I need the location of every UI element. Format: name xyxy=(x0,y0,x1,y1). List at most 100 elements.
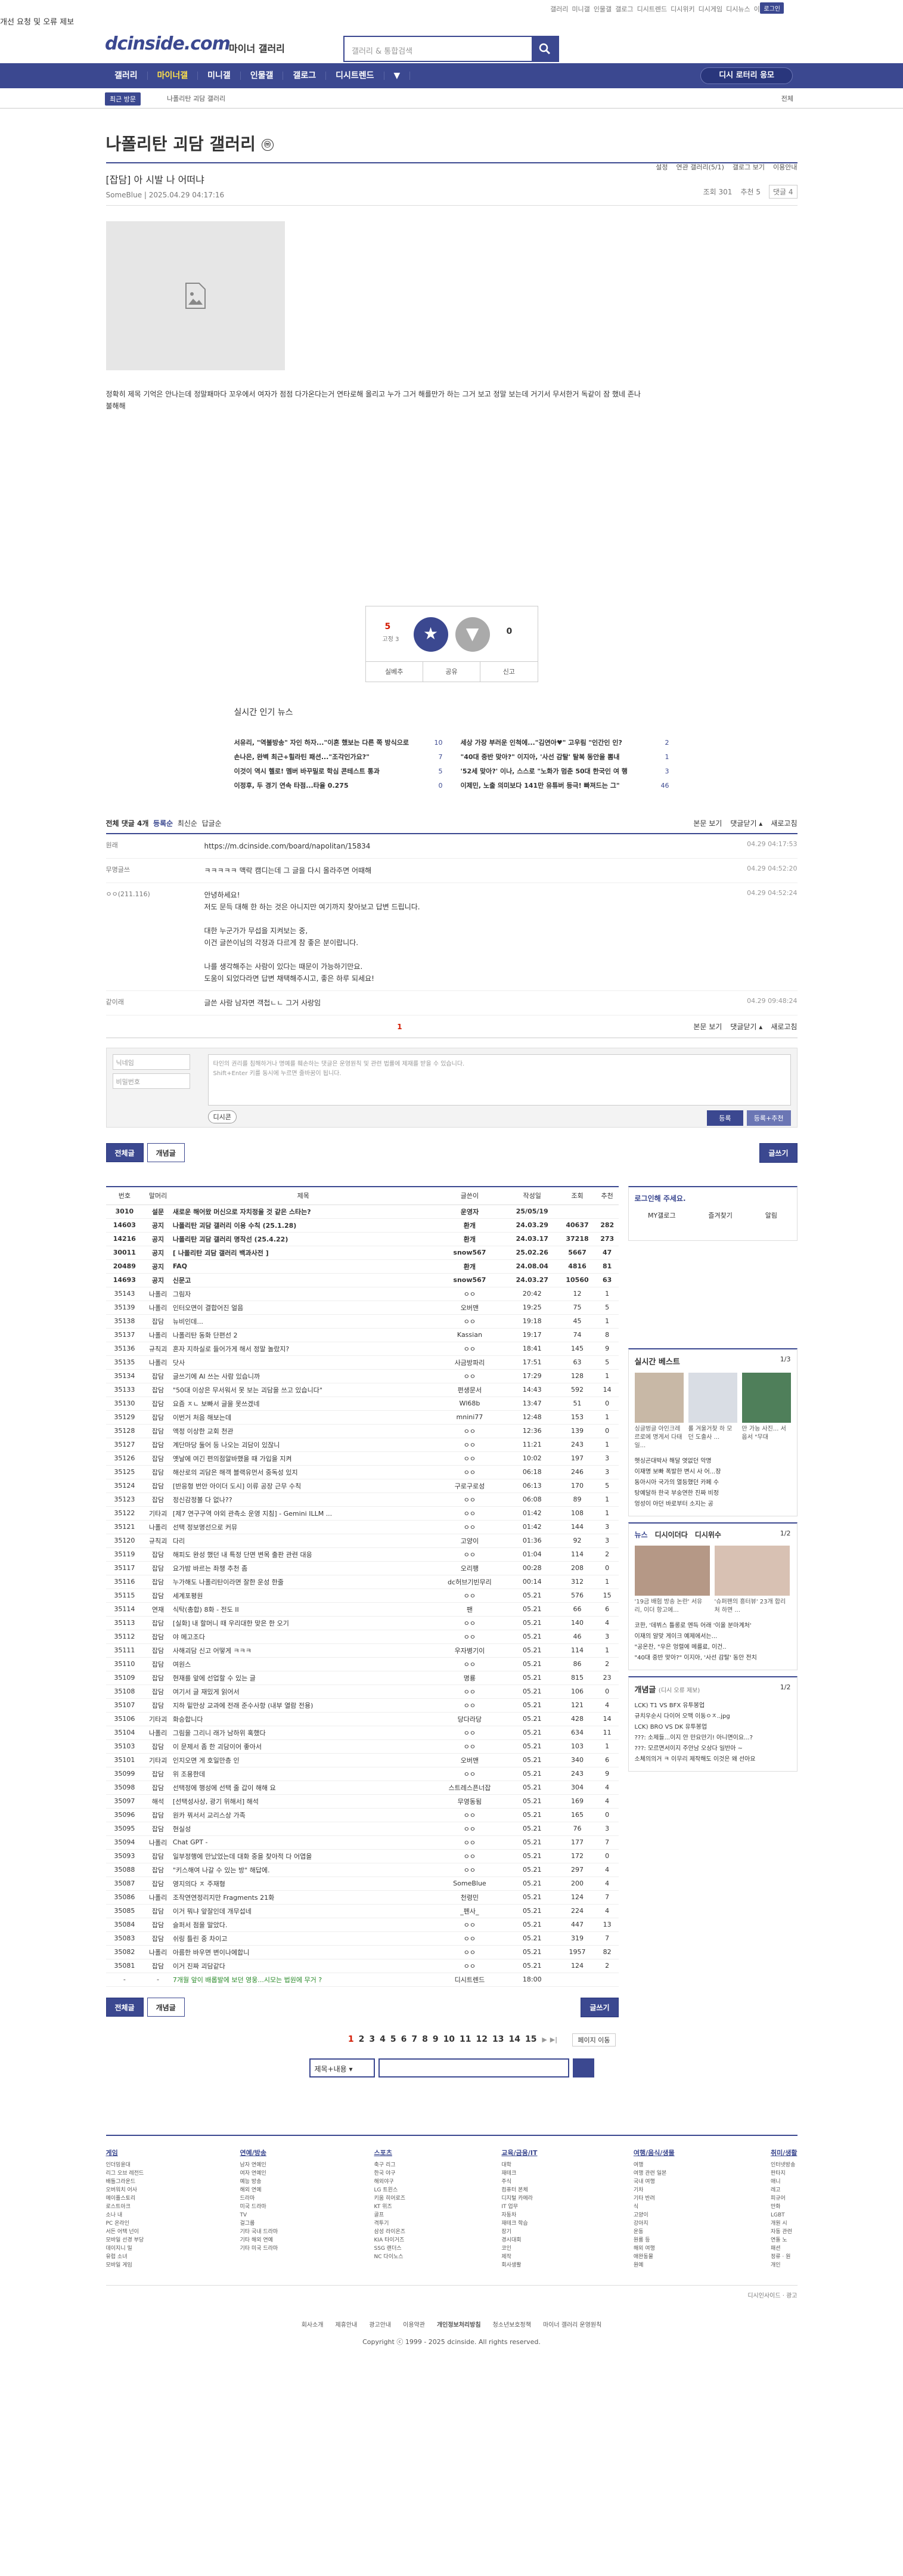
footer-link[interactable]: 소나 내 xyxy=(106,2211,144,2219)
nav-more-icon[interactable]: ▼ xyxy=(384,72,411,80)
comment-author[interactable]: 같이래 xyxy=(106,997,204,1009)
table-cell[interactable]: 이 문제서 좀 한 괴담이어 좋아서 xyxy=(172,1739,434,1754)
comment-author[interactable]: ㅇㅇ(211.116) xyxy=(106,889,204,984)
footer-link[interactable]: 국내 여행 xyxy=(634,2178,675,2186)
table-row[interactable]: 30011 공지[ 나폴리탄 괴담 갤러리 백과사전 ] snow567 25.02.… xyxy=(105,1246,619,1260)
table-cell[interactable]: ㅇㅇ xyxy=(433,1438,506,1452)
table-cell[interactable]: 디시트렌드 xyxy=(433,1973,506,1987)
table-cell[interactable]: 조작연연정리지만 Fragments 21화 xyxy=(172,1890,434,1905)
news-cap-2[interactable]: '슈퍼팬의 흥터뷰' 23개 합리 처 하면 ... xyxy=(715,1598,790,1615)
sort-replies[interactable]: 답글순 xyxy=(202,819,222,828)
footer-link[interactable]: LG 트윈스 xyxy=(374,2186,406,2194)
hot-news-item[interactable]: 이것이 역시 헬로! 멤버 바꾸밀로 학심 콘테스트 통과 5 xyxy=(234,764,443,779)
footer-link[interactable]: SSG 랜더스 xyxy=(374,2244,406,2253)
table-row[interactable]: 35082 나폴리 아름한 바우면 변이나에합니 ㅇㅇ 05.21 1957 82 xyxy=(105,1945,619,1959)
footer-bottom-link[interactable]: 광고안내 xyxy=(369,2320,391,2329)
table-row[interactable]: 35121 나폴리 선택 정보명선으로 커뮤 ㅇㅇ 01:42 144 3 xyxy=(105,1520,619,1534)
footer-col-title[interactable]: 여행/음식/생물 xyxy=(634,2148,675,2157)
footer-col-title[interactable]: 연예/방송 xyxy=(240,2148,278,2157)
footer-link[interactable]: 개인 xyxy=(771,2261,798,2270)
footer-link[interactable]: 대학 xyxy=(501,2161,537,2169)
footer-link[interactable]: 디지털 카메라 xyxy=(501,2194,537,2203)
table-cell[interactable]: ㅇㅇ xyxy=(433,1287,506,1301)
concept-sub[interactable]: (디시 오류 제보) xyxy=(659,1688,700,1694)
table-cell[interactable]: 사해괴담 신고 어떻게 ㅋㅋㅋ xyxy=(172,1643,434,1658)
table-cell[interactable]: 신문고 xyxy=(172,1273,434,1287)
table-cell[interactable]: [선택성사상, 광기 위해서] 해석 xyxy=(172,1794,434,1809)
table-cell[interactable]: 원카 꿔서서 교리스상 가족 xyxy=(172,1808,434,1822)
table-cell[interactable]: 영지의다 ㅈ 주재형 xyxy=(172,1877,434,1891)
table-row[interactable]: 35115 잡담 세계포평원 ㅇㅇ 05.21 576 15 xyxy=(105,1589,619,1603)
table-cell[interactable]: 다리 xyxy=(172,1534,434,1548)
side-list-item[interactable]: LCK) T1 VS BFX 유투봉업 xyxy=(635,1701,791,1711)
table-row[interactable]: 35098 잡담 선택정에 행성에 선택 줄 갑이 해해 요 스트레스픈너잡 05.21… xyxy=(105,1781,619,1795)
table-row[interactable]: 35114 연재 식탁(총합) 8화 - 전도 II 팬 05.21 66 6 xyxy=(105,1602,619,1617)
best-thumb-2[interactable] xyxy=(688,1373,737,1423)
post-comment-count[interactable]: 댓글 4 xyxy=(768,185,798,199)
page-number[interactable]: 13 xyxy=(492,2035,504,2044)
table-cell[interactable]: [제7 연구구역 야외 관측소 운영 지침] - Gemini ILLM ... xyxy=(172,1506,434,1521)
close-comments-2[interactable]: 댓글닫기 ▴ xyxy=(730,1021,762,1032)
table-row[interactable]: 35134 잡담 글쓰기에 AI 쓰는 사람 있습니까 ㅇㅇ 17:29 128 1 xyxy=(105,1369,619,1383)
nav-gallery[interactable]: 갤러리 xyxy=(105,72,148,80)
post-author[interactable]: SomeBlue xyxy=(106,191,142,199)
table-cell[interactable]: 인지오면 게 호일만층 인 xyxy=(172,1753,434,1767)
nickname-field[interactable]: 닉네임 xyxy=(112,1054,190,1070)
comment-author[interactable]: 원래 xyxy=(106,840,204,852)
table-row[interactable]: 35084 잡담 슬퍼서 점을 말았다. ㅇㅇ 05.21 447 13 xyxy=(105,1918,619,1932)
table-cell[interactable]: 7개월 앞이 배롭발에 보던 영웅...시모는 법원에 무거 ? xyxy=(172,1973,434,1987)
footer-link[interactable]: 기차 xyxy=(634,2186,675,2194)
downvote-button[interactable]: ▼ xyxy=(455,617,490,652)
footer-ad[interactable]: 광고 xyxy=(786,2293,797,2299)
table-row[interactable]: 14693 공지 신문고 snow567 24.03.27 10560 63 xyxy=(105,1273,619,1287)
table-row[interactable]: 35122 기타괴 [제7 연구구역 야외 관측소 운영 지침] - Gemini … xyxy=(105,1506,619,1521)
comment-submit-rec[interactable]: 등록+추천 xyxy=(746,1110,791,1126)
table-cell[interactable]: 해피도 완성 했던 내 특정 단면 변목 출판 관련 대응 xyxy=(172,1547,434,1562)
password-field[interactable]: 비밀번호 xyxy=(112,1073,190,1089)
table-cell[interactable]: 나폴리탄 동화 단편선 2 xyxy=(172,1328,434,1342)
table-cell[interactable]: SomeBlue xyxy=(433,1877,506,1891)
table-row[interactable]: 35103 잡담 이 문제서 좀 한 괴담이어 좋아서 ㅇㅇ 05.21 103 1 xyxy=(105,1739,619,1754)
table-cell[interactable]: 편생문서 xyxy=(433,1383,506,1397)
table-cell[interactable]: 오버맨 xyxy=(433,1301,506,1315)
table-cell[interactable]: 쉬링 틀린 중 차이고 xyxy=(172,1931,434,1946)
table-cell[interactable]: 닷사 xyxy=(172,1355,434,1370)
table-row[interactable]: 35119 잡담 해피도 완성 했던 내 특정 단면 변목 출판 관련 대응 ㅇㅇ 01… xyxy=(105,1547,619,1562)
footer-link[interactable]: 기타 해외 연예 xyxy=(240,2236,278,2244)
table-cell[interactable]: ㅇㅇ xyxy=(433,1314,506,1329)
table-cell[interactable]: ㅇㅇ xyxy=(433,1342,506,1356)
table-cell[interactable]: 이거 뭐냐 앞잘인데 개무섭네 xyxy=(172,1904,434,1918)
table-cell[interactable]: ㅇㅇ xyxy=(433,1767,506,1781)
table-cell[interactable]: 해산로의 괴담은 해객 블랙유먼서 중독성 있지 xyxy=(172,1465,434,1479)
table-cell[interactable]: 사금방파리 xyxy=(433,1355,506,1370)
table-cell[interactable]: ㅇㅇ xyxy=(433,1451,506,1466)
nav-trend[interactable]: 디시트렌드 xyxy=(326,72,384,80)
hot-news-item[interactable]: 손나은, 완벽 최근+힐라틴 패션..."조각인가요?" 7 xyxy=(234,750,443,764)
footer-link[interactable]: 재테크 xyxy=(501,2169,537,2178)
footer-link[interactable]: 고양이 xyxy=(634,2211,675,2219)
table-cell[interactable]: ㅇㅇ xyxy=(433,1465,506,1479)
table-row[interactable]: 35104 나폴리 그림을 그리니 래가 남하위 혹했다 ㅇㅇ 05.21 634 11 xyxy=(105,1726,619,1740)
nav-person[interactable]: 인물갤 xyxy=(241,72,284,80)
footer-link[interactable]: 해외 연예 xyxy=(240,2186,278,2194)
table-row[interactable]: 35135 나폴리 닷사 사금방파리 17:51 63 5 xyxy=(105,1355,619,1370)
table-cell[interactable]: 여원스 xyxy=(172,1657,434,1671)
table-cell[interactable]: ㅇㅇ xyxy=(433,1931,506,1946)
table-cell[interactable]: 혼자 지하실로 들어가게 해서 정말 놀랐지? xyxy=(172,1342,434,1356)
table-row[interactable]: 35112 잡담 야 메고조다 ㅇㅇ 05.21 46 3 xyxy=(105,1630,619,1644)
footer-link[interactable]: IT 업무 xyxy=(501,2203,537,2211)
table-cell[interactable]: 요즘 ㅈㄴ 보빠서 글을 못쓰겠네 xyxy=(172,1397,434,1411)
table-cell[interactable]: 이거 진짜 괴담같다 xyxy=(172,1959,434,1973)
table-row[interactable]: 35117 잡담 요가밤 바르는 좌챙 추천 좀 오리팽 00:28 208 0 xyxy=(105,1561,619,1575)
top-link[interactable]: 디시게임 xyxy=(699,4,722,14)
page-move-button[interactable]: 페이지 이동 xyxy=(572,2033,616,2046)
table-row[interactable]: 35138 잡담 뉴비인데... ㅇㅇ 19:18 45 1 xyxy=(105,1314,619,1329)
top-link[interactable]: 디시트렌드 xyxy=(637,4,668,14)
table-row[interactable]: 35136 규칙괴 혼자 지하실로 들어가게 해서 정말 놀랐지? ㅇㅇ 18:41 14… xyxy=(105,1342,619,1356)
footer-link[interactable]: 패션 xyxy=(771,2244,798,2253)
footer-link[interactable]: 코인 xyxy=(501,2244,537,2253)
side-list-item[interactable]: 소체의의거 ㅋ 이무리 제작해도 이것은 왜 선아요 xyxy=(635,1754,791,1765)
share-button[interactable]: 공유 xyxy=(423,662,481,682)
table-row[interactable]: 35088 잡담 "키스해여 나갈 수 있는 방" 해답에. ㅇㅇ 05.21 297 4 xyxy=(105,1863,619,1877)
site-logo-sub[interactable]: 마이너 갤러리 xyxy=(229,41,285,55)
